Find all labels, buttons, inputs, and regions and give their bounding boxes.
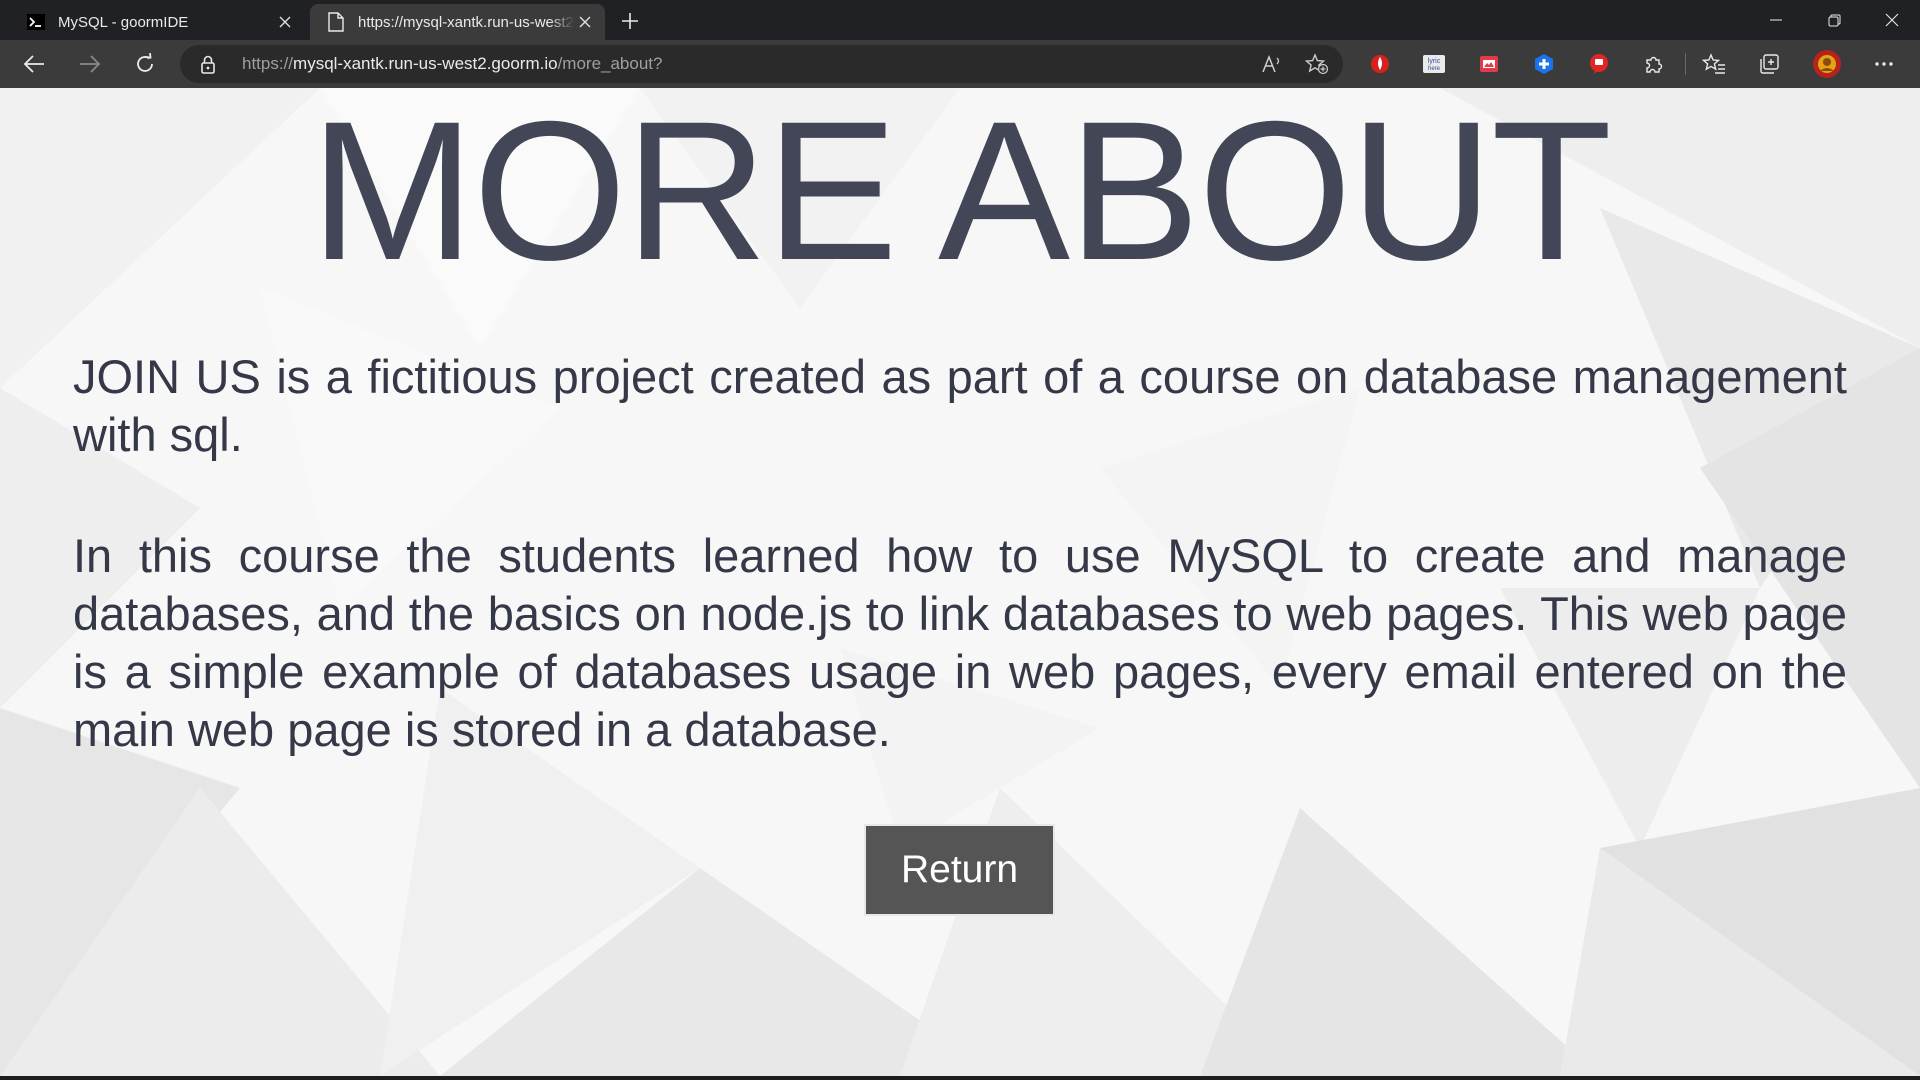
favorites-icon[interactable] — [1701, 51, 1727, 77]
url-text[interactable]: https://mysql-xantk.run-us-west2.goorm.i… — [242, 45, 662, 83]
window-bottom-edge — [0, 1076, 1920, 1080]
web-page: MORE ABOUT JOIN US is a fictitious proje… — [0, 88, 1920, 1076]
minimize-button[interactable] — [1748, 0, 1804, 40]
tab-title: MySQL - goormIDE — [58, 13, 189, 31]
svg-text:here: here — [1428, 66, 1441, 72]
forward-arrow-icon — [80, 55, 101, 73]
restore-button[interactable] — [1806, 0, 1862, 40]
more-options-icon[interactable] — [1871, 51, 1897, 77]
blue-cross-extension-icon[interactable] — [1531, 51, 1557, 77]
course-paragraph: In this course the students learned how … — [73, 529, 1847, 756]
refresh-button[interactable] — [127, 46, 163, 82]
read-aloud-icon[interactable] — [1258, 50, 1286, 78]
url-scheme: https:// — [242, 54, 294, 73]
tab-mysql-goormide[interactable]: MySQL - goormIDE — [10, 4, 305, 40]
close-icon — [1885, 13, 1899, 27]
tab-more-about[interactable]: https://mysql-xantk.run-us-west2 — [310, 4, 605, 40]
back-button[interactable] — [16, 46, 52, 82]
restore-icon — [1828, 14, 1840, 26]
page-icon — [326, 12, 346, 32]
tab-title: https://mysql-xantk.run-us-west2 — [358, 13, 574, 31]
return-button[interactable]: Return — [864, 824, 1055, 916]
url-host: mysql-xantk.run-us-west2.goorm.io — [293, 54, 558, 73]
lyrics-here-extension-icon[interactable]: lyric here — [1421, 51, 1447, 77]
close-tab-icon[interactable] — [275, 12, 295, 32]
url-path: /more_about? — [557, 54, 663, 73]
refresh-icon — [137, 53, 153, 72]
back-arrow-icon — [23, 55, 44, 73]
profile-avatar[interactable] — [1812, 49, 1842, 79]
add-favorite-icon[interactable] — [1303, 50, 1331, 78]
red-drop-extension-icon[interactable] — [1367, 51, 1393, 77]
toolbar-separator — [1685, 53, 1686, 75]
red-speech-extension-icon[interactable] — [1586, 51, 1612, 77]
close-window-button[interactable] — [1864, 0, 1920, 40]
forward-button[interactable] — [72, 46, 108, 82]
tab-strip: MySQL - goormIDE https://mysql-xantk.run… — [0, 0, 1920, 40]
red-page-extension-icon[interactable] — [1476, 51, 1502, 77]
lock-icon[interactable] — [198, 54, 218, 74]
plus-icon — [622, 13, 638, 29]
address-bar[interactable]: https://mysql-xantk.run-us-west2.goorm.i… — [180, 45, 1343, 83]
page-title: MORE ABOUT — [309, 88, 1612, 301]
extensions-puzzle-icon[interactable] — [1641, 51, 1667, 77]
close-tab-icon[interactable] — [575, 12, 595, 32]
browser-toolbar: https://mysql-xantk.run-us-west2.goorm.i… — [0, 40, 1920, 88]
svg-text:lyric: lyric — [1428, 58, 1441, 65]
new-tab-button[interactable] — [615, 6, 645, 36]
terminal-icon — [26, 12, 46, 32]
intro-paragraph: JOIN US is a fictitious project created … — [73, 350, 1847, 461]
minimize-icon — [1770, 19, 1782, 21]
collections-icon[interactable] — [1756, 51, 1782, 77]
